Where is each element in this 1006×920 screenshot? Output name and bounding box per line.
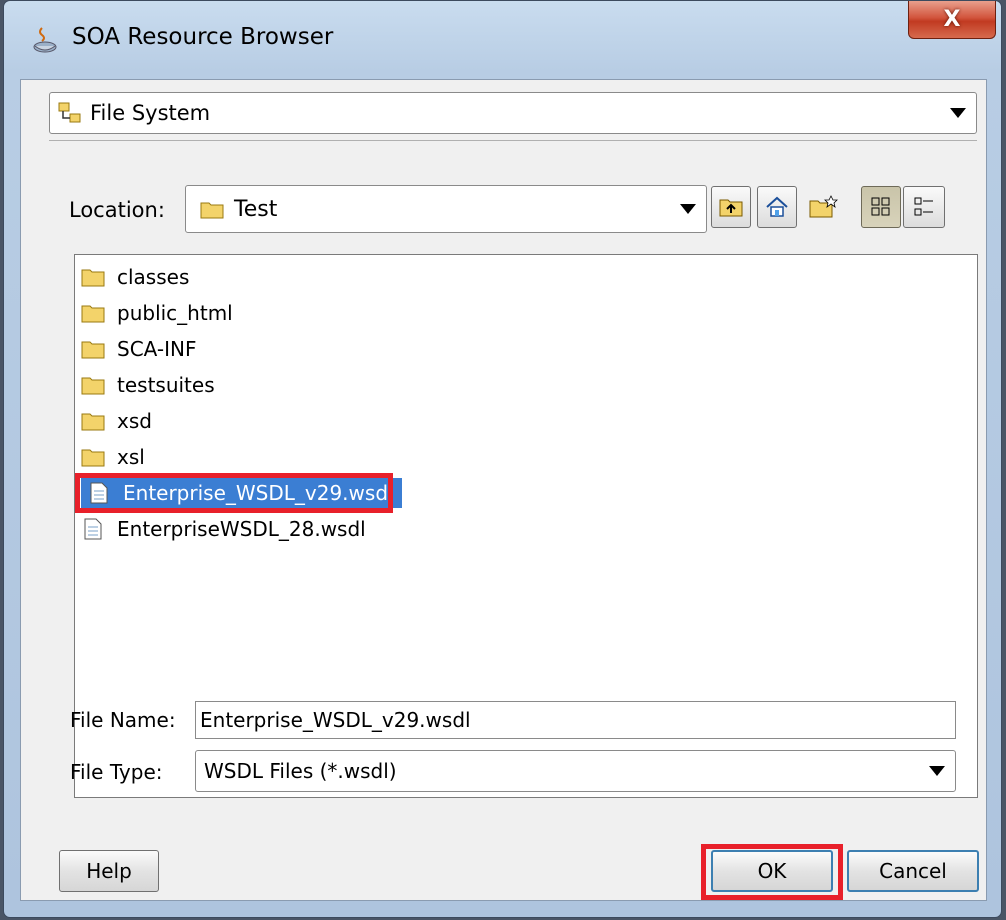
up-folder-button[interactable]	[711, 186, 751, 228]
list-item-label: public_html	[117, 301, 233, 325]
list-item[interactable]: public_html	[75, 298, 241, 328]
chevron-down-icon[interactable]	[680, 204, 696, 214]
folder-icon	[81, 341, 105, 359]
up-folder-icon	[719, 199, 743, 217]
separator	[49, 140, 977, 141]
list-item-label: xsd	[117, 409, 152, 433]
source-selector[interactable]: File System	[49, 92, 977, 134]
file-type-value: WSDL Files (*.wsdl)	[204, 759, 397, 783]
list-item[interactable]: classes	[75, 262, 197, 292]
home-button[interactable]	[757, 186, 797, 228]
location-label: Location:	[69, 198, 165, 222]
list-item[interactable]: EnterpriseWSDL_28.wsdl	[75, 514, 374, 544]
list-item-label: classes	[117, 265, 190, 289]
file-name-label: File Name:	[70, 708, 176, 732]
source-selector-value: File System	[90, 101, 211, 125]
new-folder-button[interactable]	[803, 186, 843, 228]
list-item[interactable]: xsd	[75, 406, 160, 436]
file-system-icon	[58, 102, 81, 123]
list-item-selected[interactable]: Enterprise_WSDL_v29.wsdl	[81, 478, 402, 508]
file-type-select[interactable]: WSDL Files (*.wsdl)	[195, 750, 956, 792]
ok-button[interactable]: OK	[711, 850, 833, 892]
file-type-label: File Type:	[70, 760, 163, 784]
list-item[interactable]: SCA-INF	[75, 334, 204, 364]
list-item[interactable]: xsl	[75, 442, 153, 472]
list-item-label: EnterpriseWSDL_28.wsdl	[117, 517, 366, 541]
coffee-cup-icon	[33, 27, 57, 53]
folder-icon	[81, 413, 105, 431]
title-bar[interactable]: SOA Resource Browser X	[4, 1, 1001, 79]
list-item-label: SCA-INF	[117, 337, 197, 361]
list-view-button[interactable]	[903, 186, 945, 228]
location-value: Test	[234, 196, 278, 222]
chevron-down-icon[interactable]	[950, 108, 966, 118]
dialog-window: SOA Resource Browser X File System Locat…	[3, 0, 1002, 918]
folder-icon	[200, 202, 224, 219]
list-item-label: testsuites	[117, 373, 215, 397]
new-folder-icon	[809, 195, 838, 218]
chevron-down-icon[interactable]	[929, 766, 945, 776]
help-button[interactable]: Help	[59, 850, 159, 892]
file-name-field[interactable]: Enterprise_WSDL_v29.wsdl	[195, 701, 956, 739]
document-icon	[90, 482, 108, 504]
folder-icon	[81, 377, 105, 395]
dialog-body: File System Location: Test classes publi…	[20, 79, 987, 901]
list-view-icon	[914, 197, 933, 216]
close-button[interactable]: X	[908, 1, 996, 39]
location-combo[interactable]: Test	[185, 185, 707, 233]
list-item-label: xsl	[117, 445, 145, 469]
icon-view-icon	[871, 197, 890, 216]
list-item-label: Enterprise_WSDL_v29.wsdl	[123, 481, 394, 505]
list-item[interactable]: testsuites	[75, 370, 223, 400]
folder-icon	[81, 305, 105, 323]
home-icon	[766, 196, 788, 217]
window-title: SOA Resource Browser	[72, 24, 334, 50]
cancel-button[interactable]: Cancel	[847, 850, 979, 892]
icon-view-button[interactable]	[861, 186, 901, 228]
document-icon	[84, 518, 102, 540]
folder-icon	[81, 449, 105, 467]
folder-icon	[81, 269, 105, 287]
